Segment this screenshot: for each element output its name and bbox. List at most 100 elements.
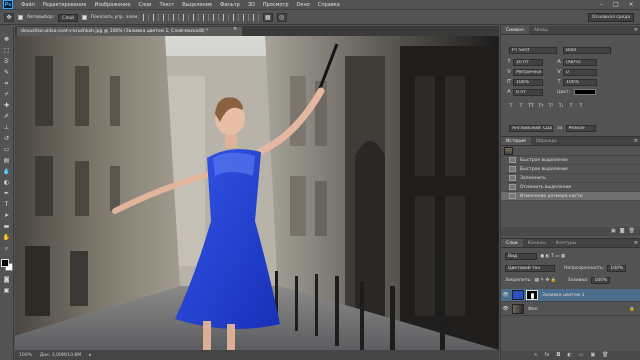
hand-tool-icon[interactable]: ✋ bbox=[2, 233, 12, 242]
align-center-icon[interactable] bbox=[182, 14, 189, 21]
move-tool-icon[interactable]: ✥ bbox=[4, 13, 14, 22]
trash-icon[interactable]: 🗑 bbox=[602, 351, 608, 360]
menu-layers[interactable]: Слои bbox=[134, 2, 155, 8]
strikethrough-button[interactable]: T bbox=[577, 103, 585, 110]
tab-paragraph[interactable]: Абзац bbox=[529, 26, 553, 34]
align-left-icon[interactable] bbox=[172, 14, 179, 21]
zoom-level[interactable]: 100% bbox=[19, 353, 32, 358]
distribute-center-icon[interactable] bbox=[242, 14, 249, 21]
move-tool-icon[interactable]: ✥ bbox=[2, 35, 12, 44]
stamp-tool-icon[interactable]: ⊥ bbox=[2, 123, 12, 132]
gradient-tool-icon[interactable]: ▤ bbox=[2, 156, 12, 165]
tab-paths[interactable]: Контуры bbox=[551, 239, 582, 247]
eye-icon[interactable]: 👁 bbox=[501, 292, 510, 298]
fill-field[interactable]: 100% bbox=[591, 277, 611, 284]
menu-help[interactable]: Справка bbox=[314, 2, 344, 8]
tab-layers[interactable]: Слои bbox=[501, 239, 523, 247]
auto-align-icon[interactable]: ▦ bbox=[262, 13, 273, 22]
healing-tool-icon[interactable]: ✚ bbox=[2, 101, 12, 110]
show-transform-checkbox[interactable] bbox=[81, 15, 87, 20]
baseline-shift-field[interactable]: 0 пт bbox=[513, 88, 543, 96]
layer-row-background[interactable]: 👁 Фон 🔒 bbox=[501, 303, 640, 316]
quick-mask-icon[interactable]: ◙ bbox=[2, 275, 12, 284]
quick-select-tool-icon[interactable]: ✎ bbox=[2, 68, 12, 77]
distribute-left-icon[interactable] bbox=[232, 14, 239, 21]
lock-icons[interactable]: ▦ ✎ ✥ 🔒 bbox=[535, 278, 557, 283]
font-family-field[interactable]: PT Serif bbox=[509, 46, 557, 54]
mask-icon[interactable]: ◘ bbox=[556, 351, 560, 360]
screen-mode-icon[interactable]: ▣ bbox=[2, 286, 12, 295]
menu-window[interactable]: Окно bbox=[293, 2, 314, 8]
history-item[interactable]: Быстрое выделение bbox=[501, 156, 640, 165]
faux-bold-button[interactable]: T bbox=[507, 103, 515, 110]
eyedropper-tool-icon[interactable]: ⌿ bbox=[2, 90, 12, 99]
adjustment-icon[interactable]: ◐ bbox=[567, 351, 571, 360]
superscript-button[interactable]: T¹ bbox=[547, 103, 555, 110]
dodge-tool-icon[interactable]: ◐ bbox=[2, 178, 12, 187]
marquee-tool-icon[interactable]: ⬚ bbox=[2, 46, 12, 55]
font-style-field[interactable]: Bold bbox=[563, 46, 611, 54]
distribute-bottom-icon[interactable] bbox=[222, 14, 229, 21]
faux-italic-button[interactable]: T bbox=[517, 103, 525, 110]
layer-row-fill[interactable]: 👁 Заливка цветом 1 bbox=[501, 289, 640, 302]
close-button[interactable]: × bbox=[626, 1, 636, 9]
history-snapshot[interactable] bbox=[501, 146, 640, 156]
brush-tool-icon[interactable]: ✐ bbox=[2, 112, 12, 121]
history-brush-tool-icon[interactable]: ↺ bbox=[2, 134, 12, 143]
path-select-tool-icon[interactable]: ➤ bbox=[2, 211, 12, 220]
menu-filter[interactable]: Фильтр bbox=[216, 2, 244, 8]
history-item[interactable]: Запомнить bbox=[501, 174, 640, 183]
pen-tool-icon[interactable]: ✒ bbox=[2, 189, 12, 198]
trash-icon[interactable]: 🗑 bbox=[629, 227, 635, 236]
folder-icon[interactable]: ▭ bbox=[579, 351, 584, 360]
crop-tool-icon[interactable]: ⌗ bbox=[2, 79, 12, 88]
layer-mask-thumbnail[interactable] bbox=[526, 290, 538, 300]
new-document-icon[interactable]: ▣ bbox=[611, 227, 616, 236]
color-swatches[interactable] bbox=[0, 259, 13, 273]
layer-filter-dropdown[interactable]: Вид bbox=[505, 253, 537, 260]
distribute-right-icon[interactable] bbox=[252, 14, 259, 21]
blend-mode-dropdown[interactable]: Цветовой тон bbox=[505, 265, 555, 272]
opacity-field[interactable]: 100% bbox=[607, 265, 627, 272]
menu-file[interactable]: Файл bbox=[17, 2, 39, 8]
align-bottom-icon[interactable] bbox=[162, 14, 169, 21]
close-tab-icon[interactable]: × bbox=[233, 26, 237, 32]
horizontal-scale-field[interactable]: 100% bbox=[563, 78, 597, 86]
new-layer-icon[interactable]: ▣ bbox=[590, 351, 595, 360]
underline-button[interactable]: T bbox=[567, 103, 575, 110]
distribute-middle-icon[interactable] bbox=[212, 14, 219, 21]
document-canvas[interactable] bbox=[15, 36, 499, 350]
eye-icon[interactable]: 👁 bbox=[501, 306, 510, 312]
menu-type[interactable]: Текст bbox=[155, 2, 178, 8]
fx-icon[interactable]: fx bbox=[545, 351, 550, 360]
eraser-tool-icon[interactable]: ▭ bbox=[2, 145, 12, 154]
menu-view[interactable]: Просмотр bbox=[259, 2, 293, 8]
tracking-field[interactable]: 0 bbox=[563, 68, 597, 76]
workspace-dropdown[interactable]: Основная среда bbox=[588, 13, 634, 22]
small-caps-button[interactable]: Tт bbox=[537, 103, 545, 110]
language-field[interactable]: Английский: США bbox=[509, 124, 553, 132]
panel-menu-icon[interactable]: ≡ bbox=[634, 239, 638, 247]
minimize-button[interactable]: – bbox=[596, 1, 606, 9]
menu-edit[interactable]: Редактирование bbox=[39, 2, 91, 8]
foreground-color-swatch[interactable] bbox=[0, 259, 9, 267]
text-color-swatch[interactable] bbox=[574, 89, 597, 95]
auto-select-dropdown[interactable]: Слой bbox=[58, 13, 78, 22]
camera-icon[interactable]: ◙ bbox=[620, 227, 625, 236]
document-tab[interactable]: devushka-ulitsa-svet-v-kruzhkah.jpg @ 10… bbox=[17, 27, 242, 36]
status-arrow-icon[interactable]: ▸ bbox=[89, 353, 91, 358]
tab-channels[interactable]: Каналы bbox=[523, 239, 551, 247]
zoom-tool-icon[interactable]: ⌕ bbox=[2, 244, 12, 253]
align-top-icon[interactable] bbox=[142, 14, 149, 21]
filter-icons[interactable]: ▣ ◐ T ▭ ▦ bbox=[540, 254, 565, 259]
maximize-button[interactable]: □ bbox=[611, 1, 621, 9]
type-tool-icon[interactable]: T bbox=[2, 200, 12, 209]
history-item-active[interactable]: Изменение размера кисти bbox=[501, 192, 640, 201]
subscript-button[interactable]: T₁ bbox=[557, 103, 565, 110]
anti-alias-field[interactable]: Резкое bbox=[565, 124, 596, 132]
align-right-icon[interactable] bbox=[192, 14, 199, 21]
tab-swatches[interactable]: Образцы bbox=[531, 137, 562, 145]
shape-tool-icon[interactable]: ▬ bbox=[2, 222, 12, 231]
panel-menu-icon[interactable]: ≡ bbox=[634, 26, 638, 34]
distribute-top-icon[interactable] bbox=[202, 14, 209, 21]
